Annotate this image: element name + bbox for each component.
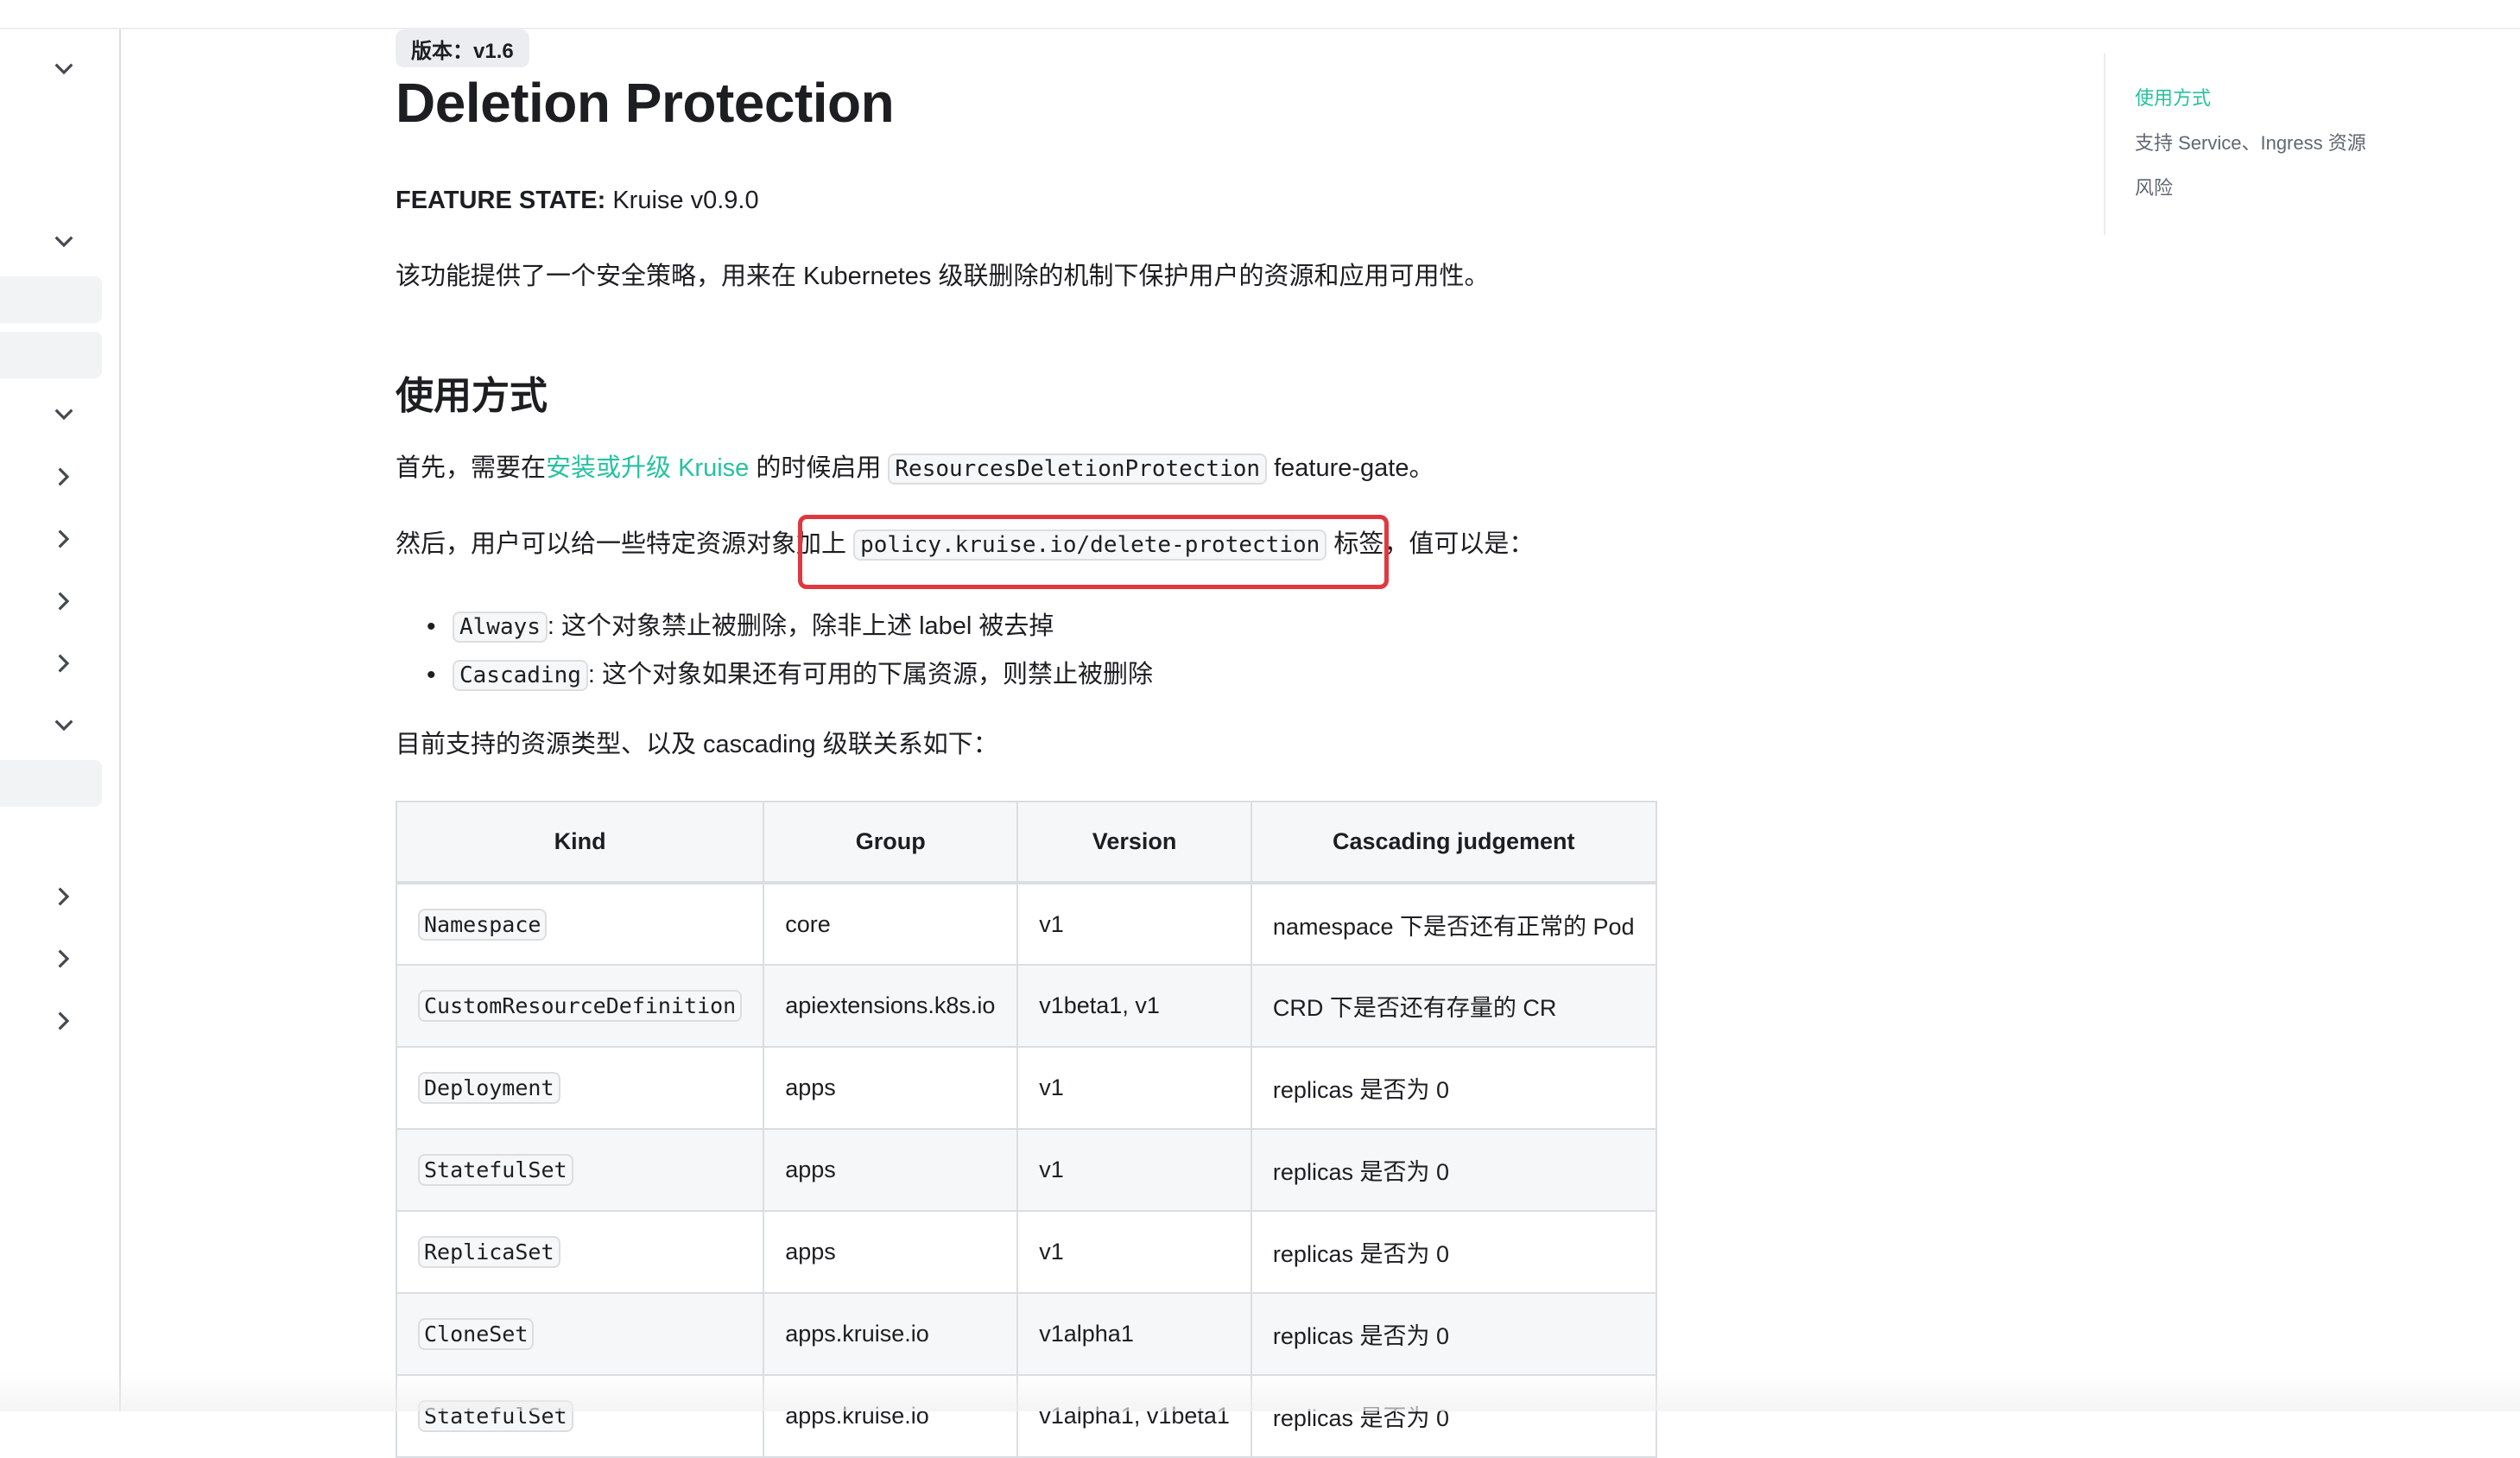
table-cell-group: apps — [763, 1128, 1019, 1212]
sidebar-item-placeholder[interactable] — [0, 332, 102, 378]
chevron-right-icon[interactable] — [48, 1005, 79, 1036]
table-cell-judgement: namespace 下是否还有正常的 Pod — [1250, 882, 1657, 966]
chevron-down-icon[interactable] — [48, 226, 79, 257]
table-header: Version — [1016, 801, 1252, 884]
chevron-right-icon[interactable] — [48, 461, 79, 492]
table-cell-version: v1alpha1 — [1016, 1292, 1252, 1376]
protection-values-list: Always: 这个对象禁止被删除，除非上述 label 被去掉 Cascadi… — [427, 603, 1153, 700]
table-header: Group — [763, 801, 1019, 884]
table-cell-group: apps — [763, 1046, 1019, 1130]
table-cell-kind: CustomResourceDefinition — [395, 964, 765, 1048]
table-row: ReplicaSet apps v1 replicas 是否为 0 — [395, 1210, 1657, 1294]
chevron-down-icon[interactable] — [48, 399, 79, 430]
top-navbar-edge — [0, 0, 2520, 29]
table-header: Cascading judgement — [1250, 801, 1657, 884]
table-cell-judgement: replicas 是否为 0 — [1250, 1374, 1657, 1458]
p2-text-before: 然后，用户可以给一些特定资源对象加上 — [396, 530, 854, 558]
table-cell-kind: StatefulSet — [395, 1128, 765, 1212]
chevron-right-icon[interactable] — [48, 586, 79, 617]
table-cell-judgement: replicas 是否为 0 — [1250, 1046, 1657, 1130]
p1-text-middle: 的时候启用 — [749, 454, 889, 482]
table-cell-kind: ReplicaSet — [395, 1210, 765, 1294]
table-cell-judgement: replicas 是否为 0 — [1250, 1292, 1657, 1376]
value-code: Cascading — [453, 660, 588, 691]
section-heading-usage: 使用方式 — [396, 375, 548, 417]
table-cell-group: apps — [763, 1210, 1019, 1294]
kind-code: StatefulSet — [418, 1154, 573, 1186]
table-cell-version: v1 — [1016, 1210, 1252, 1294]
docs-sidebar — [0, 29, 121, 1411]
table-cell-group: apiextensions.k8s.io — [763, 964, 1019, 1048]
table-cell-group: apps.kruise.io — [763, 1374, 1019, 1458]
feature-state-label: FEATURE STATE: — [396, 187, 606, 214]
table-cell-version: v1beta1, v1 — [1016, 964, 1252, 1048]
table-row: StatefulSet apps v1 replicas 是否为 0 — [395, 1128, 1657, 1212]
table-cell-judgement: CRD 下是否还有存量的 CR — [1250, 964, 1657, 1048]
kind-code: Deployment — [418, 1072, 560, 1104]
list-item: Cascading: 这个对象如果还有可用的下属资源，则禁止被删除 — [427, 651, 1153, 700]
chevron-down-icon[interactable] — [48, 710, 79, 741]
table-row: CustomResourceDefinition apiextensions.k… — [395, 964, 1657, 1048]
usage-paragraph-1: 首先，需要在安装或升级 Kruise 的时候启用 ResourcesDeleti… — [396, 451, 1434, 486]
supported-resources-paragraph: 目前支持的资源类型、以及 cascading 级联关系如下： — [396, 731, 998, 758]
table-cell-version: v1 — [1016, 1128, 1252, 1212]
feature-state-value: Kruise v0.9.0 — [605, 187, 759, 214]
kind-code: ReplicaSet — [418, 1236, 560, 1268]
chevron-down-icon[interactable] — [48, 54, 79, 85]
toc-item-usage[interactable]: 使用方式 — [2135, 83, 2211, 111]
chevron-right-icon[interactable] — [48, 648, 79, 679]
table-cell-group: apps.kruise.io — [763, 1292, 1019, 1376]
kind-code: CustomResourceDefinition — [418, 990, 743, 1022]
table-header-row: Kind Group Version Cascading judgement — [395, 801, 1657, 884]
feature-state: FEATURE STATE: Kruise v0.9.0 — [396, 183, 759, 218]
value-description: : 这个对象禁止被删除，除非上述 label 被去掉 — [547, 612, 1054, 640]
toc-item-service-ingress[interactable]: 支持 Service、Ingress 资源 — [2135, 128, 2366, 155]
table-cell-kind: CloneSet — [395, 1292, 765, 1376]
sidebar-item-placeholder[interactable] — [0, 276, 102, 323]
table-of-contents: 使用方式 支持 Service、Ingress 资源 风险 — [2104, 54, 2380, 235]
table-cell-judgement: replicas 是否为 0 — [1250, 1128, 1657, 1212]
sidebar-item-placeholder[interactable] — [0, 760, 102, 807]
table-row: CloneSet apps.kruise.io v1alpha1 replica… — [395, 1292, 1657, 1376]
table-cell-judgement: replicas 是否为 0 — [1250, 1210, 1657, 1294]
chevron-right-icon[interactable] — [48, 881, 79, 912]
value-description: : 这个对象如果还有可用的下属资源，则禁止被删除 — [587, 661, 1154, 688]
table-row: Deployment apps v1 replicas 是否为 0 — [395, 1046, 1657, 1130]
value-code: Always — [453, 612, 548, 643]
feature-gate-code: ResourcesDeletionProtection — [888, 453, 1268, 485]
p1-text-before: 首先，需要在 — [396, 454, 547, 482]
chevron-right-icon[interactable] — [48, 943, 79, 974]
page-title: Deletion Protection — [396, 72, 895, 134]
version-badge: 版本：v1.6 — [396, 29, 529, 67]
kind-code: CloneSet — [418, 1318, 535, 1350]
table-header: Kind — [395, 801, 765, 884]
annotation-highlight-box — [798, 515, 1389, 589]
table-cell-version: v1alpha1, v1beta1 — [1016, 1374, 1252, 1458]
toc-item-risks[interactable]: 风险 — [2135, 173, 2173, 200]
list-item: Always: 这个对象禁止被删除，除非上述 label 被去掉 — [427, 603, 1153, 651]
table-cell-kind: StatefulSet — [395, 1374, 765, 1458]
table-row: StatefulSet apps.kruise.io v1alpha1, v1b… — [395, 1374, 1657, 1458]
kind-code: StatefulSet — [418, 1400, 573, 1432]
p1-text-after: feature-gate。 — [1267, 454, 1434, 482]
chevron-right-icon[interactable] — [48, 523, 79, 555]
table-cell-kind: Namespace — [395, 882, 765, 966]
table-cell-version: v1 — [1016, 1046, 1252, 1130]
table-cell-kind: Deployment — [395, 1046, 765, 1130]
intro-paragraph: 该功能提供了一个安全策略，用来在 Kubernetes 级联删除的机制下保护用户… — [396, 263, 1490, 290]
table-cell-version: v1 — [1016, 882, 1252, 966]
install-kruise-link[interactable]: 安装或升级 Kruise — [546, 454, 749, 482]
supported-resources-table: Kind Group Version Cascading judgement N… — [395, 801, 1657, 1458]
kind-code: Namespace — [418, 908, 548, 941]
table-row: Namespace core v1 namespace 下是否还有正常的 Pod — [395, 882, 1657, 966]
table-cell-group: core — [763, 882, 1019, 966]
